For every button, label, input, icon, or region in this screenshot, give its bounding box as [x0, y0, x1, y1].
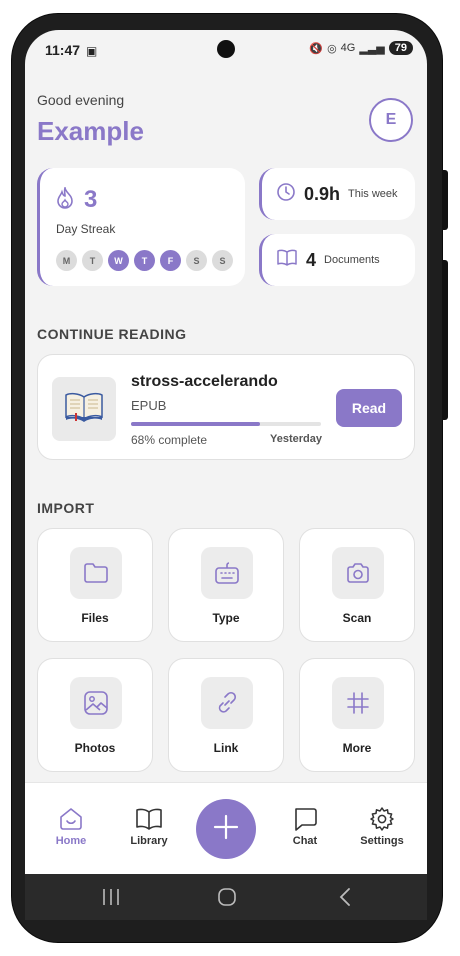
plus-icon	[212, 813, 240, 846]
documents-card: 4 Documents	[259, 234, 415, 286]
progress-text: 68% complete	[131, 433, 208, 447]
nav-home-label: Home	[55, 835, 87, 847]
tile-label: Link	[213, 741, 239, 755]
status-bar: 11:47 ▣ 🔇 ◎ 4G ▂▃▅ 79	[25, 30, 427, 70]
import-heading: IMPORT	[37, 500, 95, 516]
chat-icon	[275, 805, 335, 833]
nav-chat-label: Chat	[292, 835, 318, 847]
tile-label: Type	[212, 611, 240, 625]
weekday-dots: M T W T F S S	[56, 250, 233, 271]
folder-icon	[70, 547, 122, 599]
day-dot-wed: W	[108, 250, 129, 271]
tile-label: Photos	[74, 741, 116, 755]
day-dot-sat: S	[186, 250, 207, 271]
image-icon	[70, 677, 122, 729]
tile-label: Files	[81, 611, 109, 625]
open-book-icon	[64, 391, 104, 428]
avatar-button[interactable]: E	[369, 98, 413, 142]
screen: 11:47 ▣ 🔇 ◎ 4G ▂▃▅ 79 Good evening Exampl…	[25, 30, 427, 920]
time-value: 0.9h	[304, 183, 341, 204]
nav-library-label: Library	[130, 835, 168, 847]
user-name: Example	[37, 116, 144, 146]
volume-button	[442, 170, 448, 230]
system-navigation-bar	[25, 874, 427, 920]
day-dot-tue: T	[82, 250, 103, 271]
nav-chat[interactable]: Chat	[275, 805, 335, 847]
network-label: 4G	[340, 42, 356, 54]
time-label: This week	[348, 188, 398, 200]
status-icons: 🔇 ◎ 4G ▂▃▅ 79	[309, 41, 413, 55]
hash-icon	[332, 677, 384, 729]
import-files-tile[interactable]: Files	[37, 528, 153, 642]
reading-progress-fill	[131, 422, 261, 426]
keyboard-icon	[201, 547, 253, 599]
reading-progress-bar	[131, 422, 321, 426]
add-button[interactable]	[196, 799, 256, 859]
day-dot-fri: F	[160, 250, 181, 271]
tile-label: More	[342, 741, 372, 755]
book-open-icon	[119, 805, 179, 833]
clock-icon	[276, 182, 296, 207]
import-photos-tile[interactable]: Photos	[37, 658, 153, 772]
continue-reading-heading: CONTINUE READING	[37, 326, 187, 342]
book-title: stross-accelerando	[131, 373, 278, 390]
nav-home[interactable]: Home	[41, 805, 101, 847]
last-read-date: Yesterday	[270, 433, 322, 445]
import-scan-tile[interactable]: Scan	[299, 528, 415, 642]
day-streak-card: 3 Day Streak M T W T F S S	[37, 168, 245, 286]
signal-icon: ▂▃▅	[359, 42, 385, 55]
battery-indicator: 79	[388, 41, 413, 55]
hotspot-icon: ◎	[327, 42, 337, 55]
day-dot-mon: M	[56, 250, 77, 271]
fire-icon	[56, 184, 74, 214]
tile-label: Scan	[342, 611, 372, 625]
nav-library[interactable]: Library	[119, 805, 179, 847]
import-link-tile[interactable]: Link	[168, 658, 284, 772]
documents-count: 4	[306, 249, 317, 270]
front-camera	[217, 40, 235, 58]
bottom-navigation: Home Library Chat Settings	[25, 782, 427, 875]
day-dot-sun: S	[212, 250, 233, 271]
time-this-week-card: 0.9h This week	[259, 168, 415, 220]
status-time: 11:47 ▣	[45, 42, 98, 58]
book-cover	[52, 377, 116, 441]
home-icon	[41, 805, 101, 833]
nav-settings[interactable]: Settings	[352, 805, 412, 847]
mute-icon: 🔇	[309, 42, 324, 55]
nav-settings-label: Settings	[360, 835, 404, 847]
recent-apps-button[interactable]	[99, 886, 123, 908]
back-button[interactable]	[333, 886, 357, 908]
day-dot-thu: T	[134, 250, 155, 271]
book-icon	[276, 249, 298, 272]
book-format: EPUB	[131, 398, 167, 413]
screen-record-icon: ▣	[86, 44, 98, 58]
greeting: Good evening	[37, 92, 125, 108]
read-button[interactable]: Read	[336, 389, 402, 427]
gear-icon	[352, 805, 412, 833]
side-button	[442, 260, 448, 420]
continue-reading-card[interactable]: stross-accelerando EPUB 68% complete Yes…	[37, 354, 415, 460]
import-type-tile[interactable]: Type	[168, 528, 284, 642]
streak-count: 3	[84, 186, 98, 213]
camera-icon	[332, 547, 384, 599]
home-system-button[interactable]	[215, 886, 239, 908]
import-more-tile[interactable]: More	[299, 658, 415, 772]
streak-label: Day Streak	[56, 222, 116, 236]
documents-label: Documents	[324, 254, 380, 266]
link-icon	[201, 677, 253, 729]
